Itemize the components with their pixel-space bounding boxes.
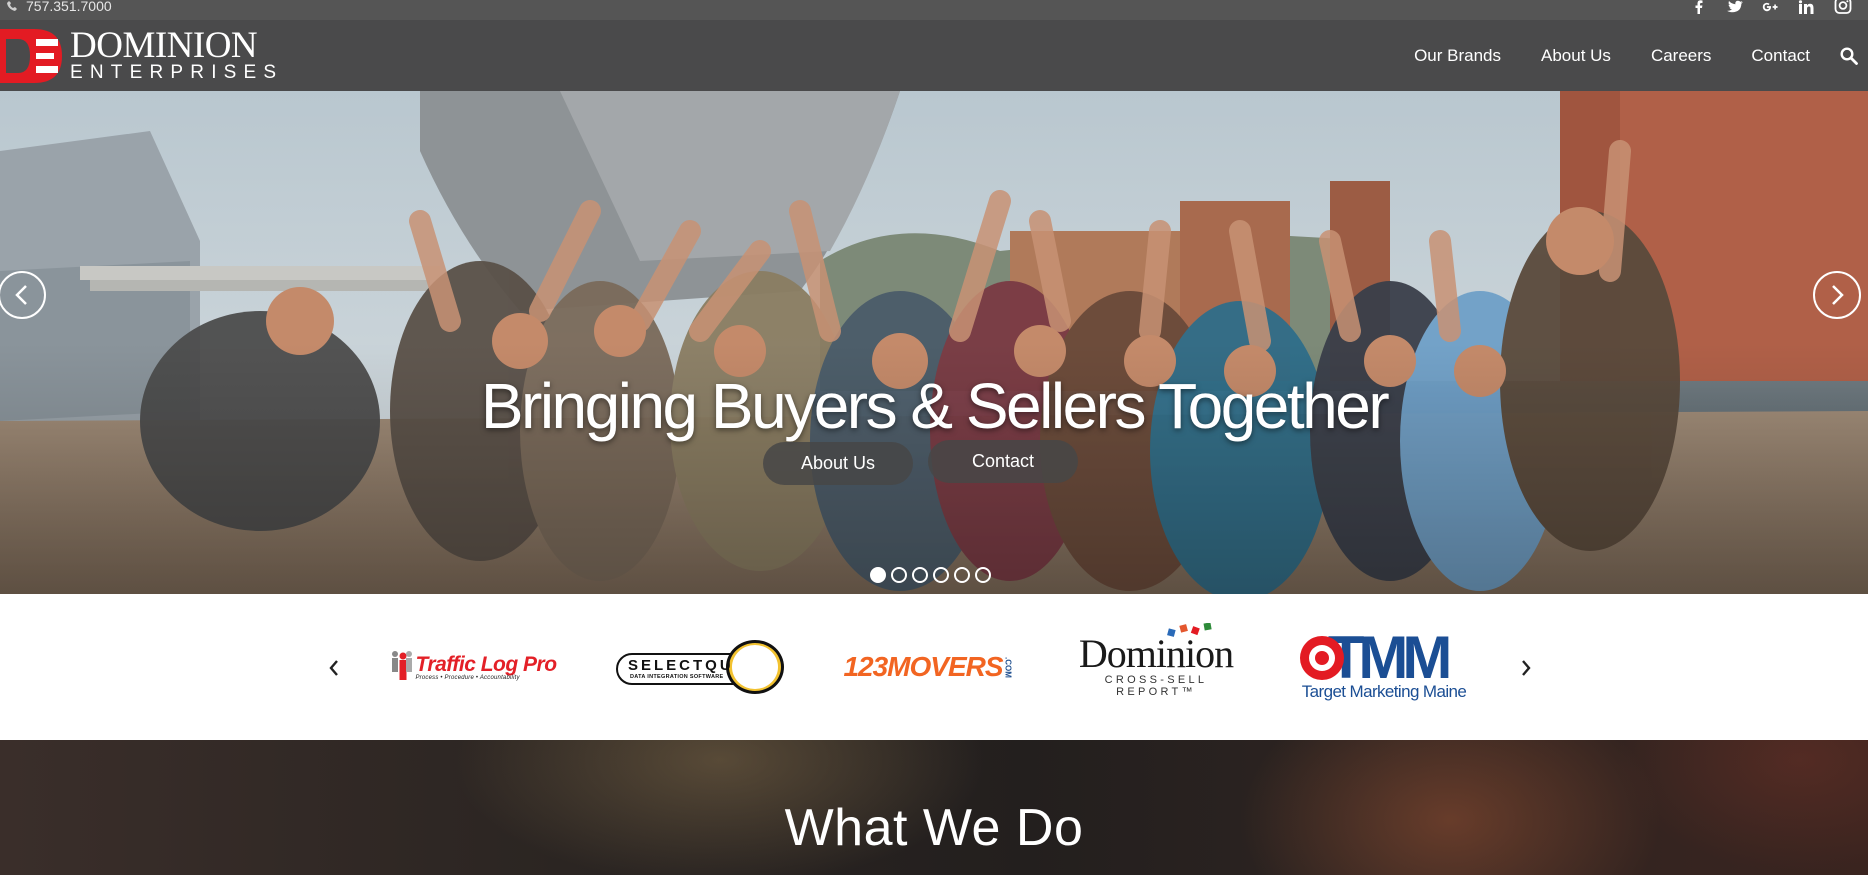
brand-carousel: Traffic Log Pro Process • Procedure • Ac…: [0, 594, 1868, 740]
brand-traffic-log-pro[interactable]: Traffic Log Pro Process • Procedure • Ac…: [388, 631, 558, 703]
primary-nav: Our Brands About Us Careers Contact: [1374, 20, 1810, 91]
dominion-logo[interactable]: DOMINION ENTERPRISES: [0, 24, 284, 83]
tmm-target-icon: [1299, 636, 1344, 680]
logo-line-dominion: DOMINION: [70, 24, 258, 66]
linkedin-icon[interactable]: [1798, 0, 1816, 14]
123movers-tagline: .COM: [1003, 656, 1013, 678]
twitter-icon[interactable]: [1726, 0, 1744, 14]
selectqu-name: SELECTQU: [628, 657, 734, 674]
slide-indicators: [870, 567, 991, 583]
traffic-people-icon: [392, 651, 413, 680]
hero-title: Bringing Buyers & Sellers Together: [480, 370, 1390, 442]
slide-dot-1[interactable]: [870, 567, 886, 583]
hero-about-us-button[interactable]: About Us: [763, 442, 913, 485]
slide-dot-6[interactable]: [975, 567, 991, 583]
dominion-cross-sell-name: Dominion: [1078, 631, 1234, 676]
brand-123movers[interactable]: 123MOVERS .COM: [840, 631, 1016, 703]
what-we-do-section: What We Do: [0, 740, 1868, 875]
search-icon[interactable]: [1840, 47, 1858, 65]
social-links: [1690, 0, 1852, 20]
cross-sell-squares-icon: [1167, 623, 1212, 637]
what-we-do-heading: What We Do: [784, 799, 1084, 857]
123movers-name: 123MOVERS: [843, 651, 1003, 682]
phone-contact[interactable]: 757.351.7000: [6, 0, 112, 20]
instagram-icon[interactable]: [1834, 0, 1852, 14]
slide-dot-3[interactable]: [912, 567, 928, 583]
nav-about-us[interactable]: About Us: [1541, 46, 1611, 66]
brand-target-marketing-maine[interactable]: TMM Target Marketing Maine: [1296, 628, 1472, 703]
facebook-icon[interactable]: [1690, 0, 1708, 14]
dominion-cross-sell-tagline: CROSS-SELL REPORT™: [1104, 674, 1208, 698]
hero-slider: Bringing Buyers & Sellers Together About…: [0, 91, 1868, 594]
slide-dot-2[interactable]: [891, 567, 907, 583]
nav-our-brands[interactable]: Our Brands: [1414, 46, 1501, 66]
slide-dot-5[interactable]: [954, 567, 970, 583]
main-navbar: DOMINION ENTERPRISES Our Brands About Us…: [0, 20, 1868, 91]
chevron-left-icon: [15, 285, 27, 305]
hero-background-photo: [0, 91, 1868, 594]
brands-next-chevron-icon[interactable]: [1518, 656, 1534, 680]
hero-prev-button[interactable]: [0, 271, 46, 319]
nav-careers[interactable]: Careers: [1651, 46, 1711, 66]
de-logo-mark-icon: [0, 29, 62, 83]
brand-dominion-cross-sell[interactable]: Dominion CROSS-SELL REPORT™: [1068, 623, 1244, 703]
phone-icon: [7, 1, 17, 11]
hero-next-button[interactable]: [1813, 271, 1861, 319]
chevron-right-icon: [1832, 285, 1844, 305]
slide-dot-4[interactable]: [933, 567, 949, 583]
brand-selectqu[interactable]: SELECTQU DATA INTEGRATION SOFTWARE: [612, 631, 790, 703]
brands-prev-chevron-icon[interactable]: [326, 656, 342, 680]
selectqu-tagline: DATA INTEGRATION SOFTWARE: [630, 674, 724, 680]
top-utility-bar: 757.351.7000: [0, 0, 1868, 20]
hero-contact-button[interactable]: Contact: [928, 440, 1078, 483]
tmm-tagline: Target Marketing Maine: [1301, 682, 1467, 701]
nav-contact[interactable]: Contact: [1751, 46, 1810, 66]
phone-number: 757.351.7000: [26, 0, 112, 14]
traffic-log-pro-name: Traffic Log Pro: [415, 653, 557, 676]
google-plus-icon[interactable]: [1762, 0, 1780, 14]
logo-line-enterprises: ENTERPRISES: [70, 61, 284, 83]
